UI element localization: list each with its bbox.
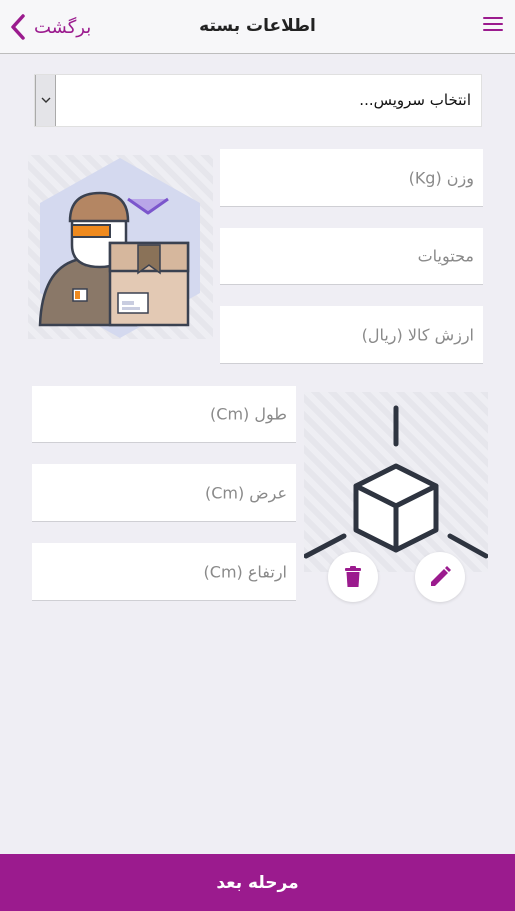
delete-button[interactable] <box>328 552 378 602</box>
edit-button[interactable] <box>415 552 465 602</box>
next-step-button[interactable]: مرحله بعد <box>0 854 515 911</box>
delivery-person-illustration <box>28 155 213 339</box>
weight-field[interactable]: وزن (Kg) <box>220 149 483 207</box>
page-title: اطلاعات بسته <box>199 16 316 36</box>
app-header: برگشت اطلاعات بسته <box>0 0 515 54</box>
service-select[interactable]: انتخاب سرویس... <box>34 74 482 127</box>
width-placeholder: عرض (Cm) <box>204 483 287 502</box>
height-placeholder: ارتفاع (Cm) <box>203 562 287 581</box>
height-field[interactable]: ارتفاع (Cm) <box>32 543 296 601</box>
trash-icon <box>345 566 361 587</box>
weight-placeholder: وزن (Kg) <box>408 168 474 187</box>
chevron-down-icon <box>41 97 50 103</box>
pencil-icon <box>431 566 451 586</box>
box-dimensions-illustration <box>303 392 489 572</box>
value-field[interactable]: ارزش کالا (ریال) <box>220 306 483 364</box>
select-dropdown-button[interactable] <box>35 75 56 126</box>
value-placeholder: ارزش کالا (ریال) <box>361 325 474 344</box>
service-select-value: انتخاب سرویس... <box>359 91 471 109</box>
length-field[interactable]: طول (Cm) <box>32 386 296 443</box>
contents-placeholder: محتویات <box>417 246 474 266</box>
contents-field[interactable]: محتویات <box>220 228 483 285</box>
length-placeholder: طول (Cm) <box>210 404 287 424</box>
width-field[interactable]: عرض (Cm) <box>32 464 296 522</box>
hamburger-menu-icon[interactable] <box>483 17 503 35</box>
